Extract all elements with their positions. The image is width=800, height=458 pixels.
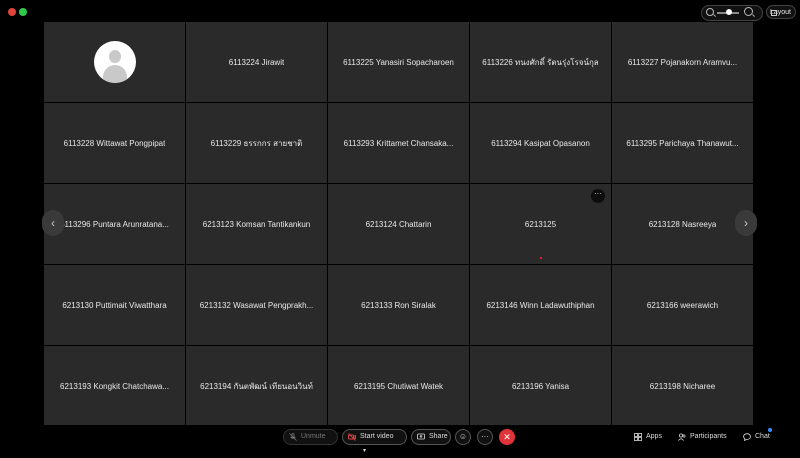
apps-button[interactable]: Apps	[634, 430, 662, 444]
control-bar: Unmute Start video ▾ Share ☺ ··· ✕ Apps …	[0, 425, 800, 454]
more-icon: ···	[481, 432, 489, 441]
participants-button[interactable]: Participants	[678, 430, 727, 444]
zoom-knob[interactable]	[726, 9, 732, 15]
apps-label: Apps	[646, 433, 662, 440]
avatar-head	[108, 50, 121, 63]
zoom-out-icon[interactable]	[706, 8, 714, 16]
participant-tile[interactable]: 6113224 Jirawit	[186, 22, 327, 102]
participant-tile[interactable]: 6213195 Chutiwat Watek	[328, 346, 469, 426]
participant-name: 6213125	[524, 219, 557, 229]
chat-label: Chat	[755, 433, 770, 440]
participant-tile[interactable]: 6213125 ···	[470, 184, 611, 264]
participant-name: 6113295 Parichaya Thanawut...	[626, 138, 739, 148]
zoom-slider[interactable]	[701, 5, 763, 21]
participant-tile[interactable]: 6213193 Kongkit Chatchawa...	[44, 346, 185, 426]
participant-name: 6113228 Wittawat Pongpipat	[63, 138, 166, 148]
participant-tile[interactable]	[44, 22, 185, 102]
participant-tile[interactable]: 6213133 Ron Siralak	[328, 265, 469, 345]
muted-mic-icon	[289, 433, 297, 441]
participant-name: 6213194 กันตพัฒน์ เทียนอนวินท์	[200, 381, 313, 391]
share-screen-icon	[417, 433, 425, 440]
participant-name: 6213196 Yanisa	[511, 381, 570, 391]
unmute-button[interactable]: Unmute	[283, 429, 338, 445]
participants-label: Participants	[690, 433, 727, 440]
participant-tile[interactable]: 6213198 Nicharee	[612, 346, 753, 426]
start-video-label: Start video	[360, 433, 394, 440]
participant-tile[interactable]: 6113226 ทนงศักดิ์ รัตนรุ่งโรจน์กุล	[470, 22, 611, 102]
participant-name: 6113293 Krittamet Chansaka...	[343, 138, 454, 148]
participant-tile[interactable]: 6113228 Wittawat Pongpipat	[44, 103, 185, 183]
participant-name: 6213128 Nasreeya	[648, 219, 717, 229]
participant-tile[interactable]: 6213194 กันตพัฒน์ เทียนอนวินท์	[186, 346, 327, 426]
participant-name: 6113225 Yanasiri Sopacharoen	[343, 57, 454, 67]
smiley-icon: ☺	[458, 432, 468, 441]
participant-name: 6213133 Ron Siralak	[361, 300, 436, 310]
participant-tile[interactable]: 6113296 Puntara Arunratana...	[44, 184, 185, 264]
maximize-window-button[interactable]	[19, 8, 27, 16]
participant-name: 6113226 ทนงศักดิ์ รัตนรุ่งโรจน์กุล	[482, 57, 599, 67]
leave-meeting-button[interactable]: ✕	[499, 429, 515, 445]
participant-name: 6213124 Chattarin	[365, 219, 432, 229]
participant-tile[interactable]: 6113225 Yanasiri Sopacharoen	[328, 22, 469, 102]
video-grid: 6113224 Jirawit 6113225 Yanasiri Sopachar…	[44, 22, 756, 426]
participant-name: 6213198 Nicharee	[649, 381, 716, 391]
participant-tile[interactable]: 6113293 Krittamet Chansaka...	[328, 103, 469, 183]
share-label: Share	[429, 433, 448, 440]
participant-name: 6113229 ธรรกกร สายชาติ	[210, 138, 303, 148]
participant-tile[interactable]: 6113294 Kasipat Opasanon	[470, 103, 611, 183]
participant-name: 6213132 Wasawat Pengprakh...	[199, 300, 314, 310]
participant-tile[interactable]: 6113227 Pojanakorn Aramvu...	[612, 22, 753, 102]
participant-tile[interactable]: 6213123 Komsan Tantikankun	[186, 184, 327, 264]
participant-name: 6213166 weerawich	[646, 300, 719, 310]
share-button[interactable]: Share	[411, 429, 451, 445]
more-options-button[interactable]: ···	[477, 429, 493, 445]
participant-name: 6113227 Pojanakorn Aramvu...	[627, 57, 738, 67]
participant-tile[interactable]: 6213166 weerawich	[612, 265, 753, 345]
participant-name: 6213146 Winn Ladawuthiphan	[486, 300, 595, 310]
participant-tile[interactable]: 6213130 Puttimait Viwatthara	[44, 265, 185, 345]
next-page-button[interactable]: ›	[735, 210, 757, 236]
participant-tile[interactable]: 6213146 Winn Ladawuthiphan	[470, 265, 611, 345]
participant-more-button[interactable]: ···	[591, 189, 605, 203]
participant-name: 6213123 Komsan Tantikankun	[202, 219, 311, 229]
apps-icon	[634, 433, 642, 441]
unmute-label: Unmute	[301, 433, 326, 440]
close-icon: ✕	[503, 432, 511, 442]
participant-tile[interactable]: 6213124 Chattarin	[328, 184, 469, 264]
layout-button[interactable]: Layout	[766, 5, 796, 19]
avatar	[93, 41, 136, 83]
chat-button[interactable]: Chat	[743, 430, 770, 444]
participant-tile[interactable]: 6213128 Nasreeya	[612, 184, 753, 264]
cursor-mark	[540, 257, 542, 259]
grid-icon	[771, 10, 777, 16]
participant-name: 6213130 Puttimait Viwatthara	[62, 300, 167, 310]
participants-icon	[678, 433, 686, 441]
participant-name: 6213195 Chutiwat Watek	[353, 381, 444, 391]
video-off-icon	[348, 433, 356, 441]
chat-notification-badge	[768, 428, 772, 432]
participant-name: 6113224 Jirawit	[228, 57, 285, 67]
participant-tile[interactable]: 6213196 Yanisa	[470, 346, 611, 426]
participant-tile[interactable]: 6113295 Parichaya Thanawut...	[612, 103, 753, 183]
participant-tile[interactable]: 6113229 ธรรกกร สายชาติ	[186, 103, 327, 183]
title-bar: Layout	[0, 0, 800, 22]
avatar-body	[102, 65, 127, 83]
participant-name: 6213193 Kongkit Chatchawa...	[60, 381, 169, 391]
participant-tile[interactable]: 6213132 Wasawat Pengprakh...	[186, 265, 327, 345]
previous-page-button[interactable]: ‹	[42, 210, 64, 236]
participant-name: 6113296 Puntara Arunratana...	[60, 219, 169, 229]
close-window-button[interactable]	[8, 8, 16, 16]
start-video-button[interactable]: Start video ▾	[342, 429, 407, 454]
zoom-in-icon[interactable]	[744, 7, 753, 16]
participant-name: 6113294 Kasipat Opasanon	[491, 138, 590, 148]
chat-icon	[743, 433, 751, 441]
reactions-button[interactable]: ☺	[455, 429, 471, 445]
